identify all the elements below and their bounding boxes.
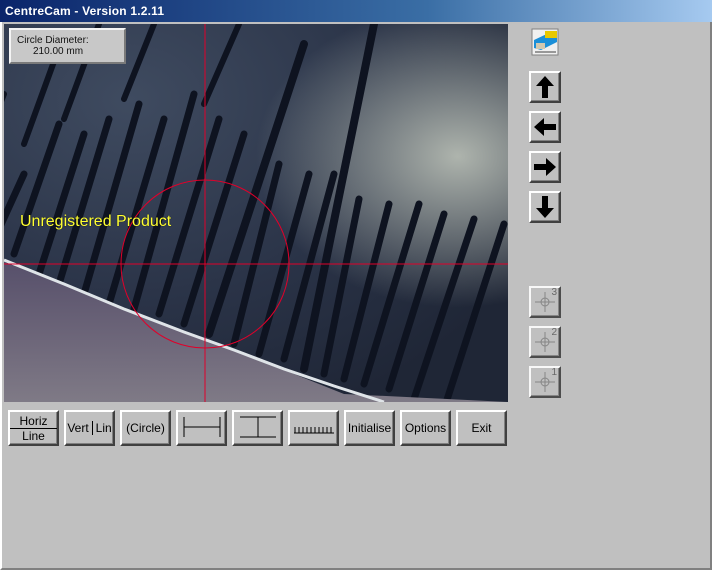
circle-diameter-readout: Circle Diameter: 210.00 mm xyxy=(9,28,126,64)
circle-button[interactable]: (Circle) xyxy=(120,410,171,446)
arrow-left-icon xyxy=(532,114,558,140)
arrow-right-icon xyxy=(532,154,558,180)
horiz-line-label-2: Line xyxy=(22,428,45,443)
options-label: Options xyxy=(404,421,447,435)
readout-value: 210.00 mm xyxy=(33,46,84,57)
horiz-line-label-1: Horiz xyxy=(10,414,57,429)
preset-3-label: 3 xyxy=(551,287,557,298)
circle-label: (Circle) xyxy=(126,421,165,435)
ruler-button[interactable] xyxy=(288,410,339,446)
arrow-up-icon xyxy=(532,74,558,100)
window-title: CentreCam - Version 1.2.11 xyxy=(5,4,165,18)
horizontal-measure-icon xyxy=(182,416,222,441)
camera-view[interactable]: Circle Diameter: 210.00 mm Unregistered … xyxy=(4,24,508,402)
preset-2-label: 2 xyxy=(551,327,557,338)
crosshair-preset-icon: 3 xyxy=(532,287,558,315)
options-button[interactable]: Options xyxy=(400,410,451,446)
exit-button[interactable]: Exit xyxy=(456,410,507,446)
preset-1-button[interactable]: 1 xyxy=(529,366,561,398)
preset-3-button[interactable]: 3 xyxy=(529,286,561,318)
move-left-button[interactable] xyxy=(529,111,561,143)
preset-2-button[interactable]: 2 xyxy=(529,326,561,358)
initialise-button[interactable]: Initialise xyxy=(344,410,395,446)
vert-line-button[interactable]: Vert Lin xyxy=(64,410,115,446)
crosshair-preset-icon: 2 xyxy=(532,327,558,355)
crosshair-preset-icon: 1 xyxy=(532,367,558,395)
horiz-line-button[interactable]: Horiz Line xyxy=(8,410,59,446)
vertical-measure-button[interactable] xyxy=(232,410,283,446)
vert-line-label-right: Lin xyxy=(95,421,112,435)
vert-line-label-left: Vert xyxy=(67,421,93,435)
horizontal-measure-button[interactable] xyxy=(176,410,227,446)
ruler-icon xyxy=(292,419,336,438)
readout-label: Circle Diameter: xyxy=(17,35,89,46)
move-down-button[interactable] xyxy=(529,191,561,223)
title-bar[interactable]: CentreCam - Version 1.2.11 xyxy=(0,0,712,22)
camera-settings-button[interactable] xyxy=(529,26,561,58)
move-right-button[interactable] xyxy=(529,151,561,183)
unregistered-watermark: Unregistered Product xyxy=(20,213,172,230)
exit-label: Exit xyxy=(471,421,492,435)
initialise-label: Initialise xyxy=(347,421,392,435)
vertical-measure-icon xyxy=(238,415,278,442)
camera-icon xyxy=(531,28,559,56)
arrow-down-icon xyxy=(532,194,558,220)
preset-1-label: 1 xyxy=(551,367,557,378)
move-up-button[interactable] xyxy=(529,71,561,103)
